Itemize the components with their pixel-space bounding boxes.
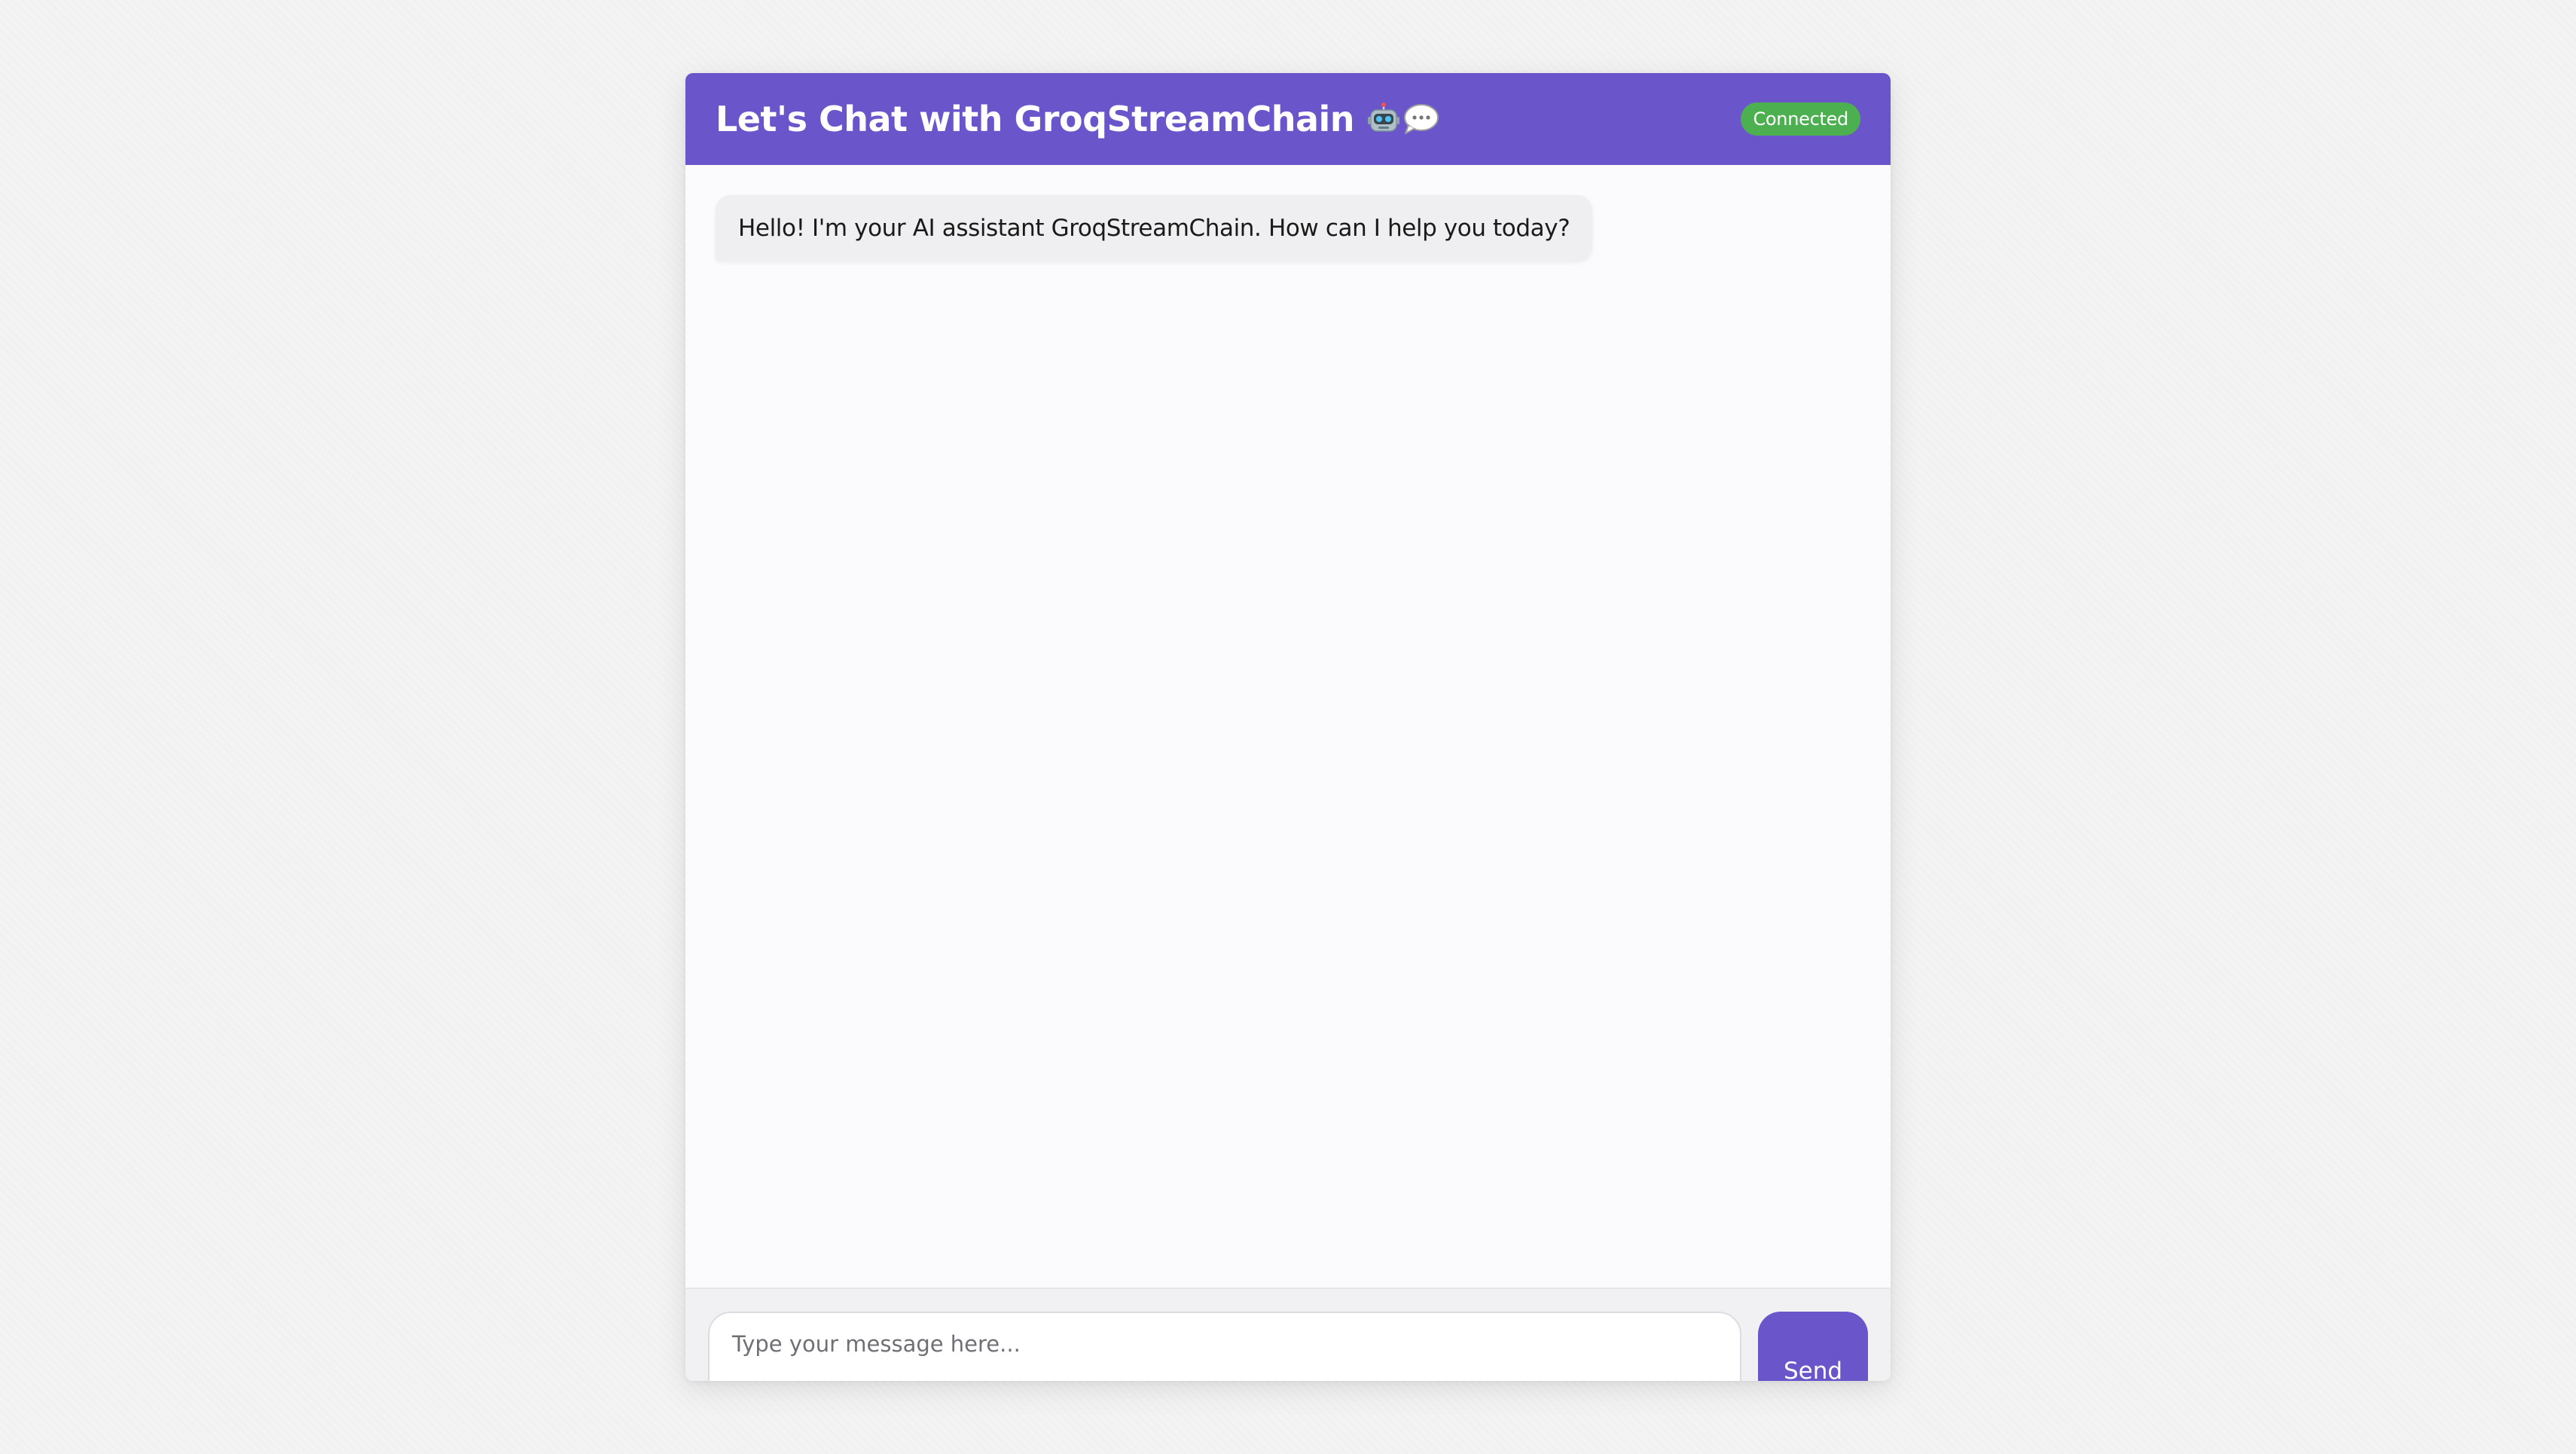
send-button[interactable]: Send <box>1758 1312 1868 1381</box>
chat-header: Let's Chat with GroqStreamChain Connecte… <box>685 73 1891 165</box>
composer-area: Send <box>685 1288 1891 1381</box>
title-icons <box>1366 102 1440 136</box>
speech-bubble-icon <box>1401 102 1440 136</box>
bot-message: Hello! I'm your AI assistant GroqStreamC… <box>716 195 1593 261</box>
chat-title: Let's Chat with GroqStreamChain <box>716 99 1355 139</box>
chat-window: Let's Chat with GroqStreamChain Connecte… <box>685 73 1891 1381</box>
title-group: Let's Chat with GroqStreamChain <box>716 99 1440 139</box>
message-list[interactable]: Hello! I'm your AI assistant GroqStreamC… <box>685 165 1891 1288</box>
robot-icon <box>1366 102 1401 136</box>
connection-status-badge: Connected <box>1741 102 1860 136</box>
message-input[interactable] <box>708 1312 1741 1381</box>
